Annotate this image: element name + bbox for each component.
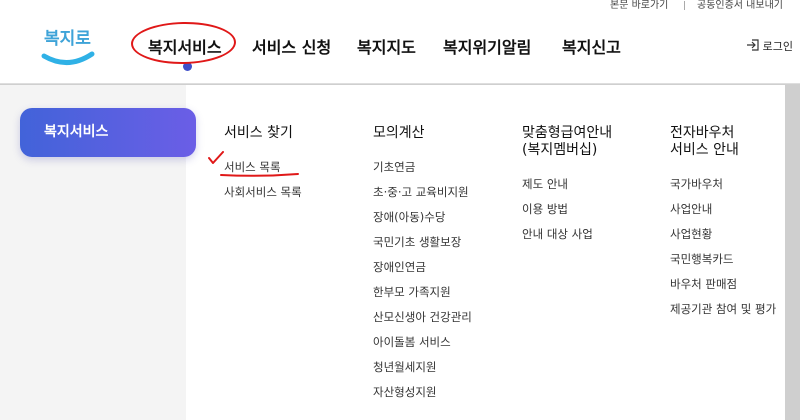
- menu-item[interactable]: 이용 방법: [522, 202, 612, 216]
- login-button[interactable]: 로그인: [746, 38, 793, 54]
- skip-to-content-link[interactable]: 본문 바로가기: [610, 0, 668, 11]
- menu-column-title: 전자바우처 서비스 안내: [670, 125, 739, 158]
- nav-crisis-alert[interactable]: 복지위기알림: [443, 34, 531, 58]
- menu-column-title: 모의계산: [373, 125, 425, 141]
- menu-item[interactable]: 제도 안내: [522, 177, 612, 191]
- menu-column-service-search: 서비스 찾기 서비스 목록 사회서비스 목록: [224, 125, 302, 210]
- menu-item[interactable]: 국민기초 생활보장: [373, 235, 472, 249]
- mega-menu: 복지서비스 서비스 찾기 서비스 목록 사회서비스 목록 모의계산 기초연금 초…: [0, 85, 785, 420]
- menu-item[interactable]: 기초연금: [373, 160, 472, 174]
- menu-item[interactable]: 안내 대상 사업: [522, 227, 612, 241]
- menu-item[interactable]: 한부모 가족지원: [373, 285, 472, 299]
- side-category-welfare-services[interactable]: 복지서비스: [20, 108, 196, 157]
- menu-item[interactable]: 사업안내: [670, 202, 776, 216]
- nav-service-application[interactable]: 서비스 신청: [252, 34, 331, 58]
- site-logo[interactable]: 복지로: [38, 20, 98, 74]
- cert-export-link[interactable]: 공동인증서 내보내기: [697, 0, 783, 11]
- menu-item[interactable]: 청년월세지원: [373, 360, 472, 374]
- logo-wordmark: 복지로: [44, 29, 91, 49]
- nav-welfare-report[interactable]: 복지신고: [562, 34, 621, 58]
- login-icon: [746, 38, 760, 54]
- menu-item[interactable]: 장애인연금: [373, 260, 472, 274]
- menu-item[interactable]: 사업현황: [670, 227, 776, 241]
- menu-column-e-voucher: 전자바우처 서비스 안내 국가바우처 사업안내 사업현황 국민행복카드 바우처 …: [670, 125, 776, 327]
- menu-item[interactable]: 자산형성지원: [373, 385, 472, 399]
- utility-bar: 본문 바로가기 공동인증서 내보내기: [0, 0, 800, 14]
- menu-item[interactable]: 장애(아동)수당: [373, 210, 472, 224]
- menu-column-title: 맞춤형급여안내 (복지멤버십): [522, 125, 613, 158]
- login-label: 로그인: [762, 40, 793, 53]
- menu-item-social-service-list[interactable]: 사회서비스 목록: [224, 185, 302, 199]
- menu-item[interactable]: 국민행복카드: [670, 252, 776, 266]
- active-nav-indicator: [183, 62, 192, 71]
- menu-item[interactable]: 아이돌봄 서비스: [373, 335, 472, 349]
- menu-column-title: 서비스 찾기: [224, 125, 293, 141]
- menu-item-service-list[interactable]: 서비스 목록: [224, 160, 302, 174]
- menu-item[interactable]: 바우처 판매점: [670, 277, 776, 291]
- menu-item[interactable]: 제공기관 참여 및 평가: [670, 302, 776, 316]
- logo-smile: [41, 51, 95, 65]
- nav-welfare-services[interactable]: 복지서비스: [148, 34, 222, 58]
- menu-column-custom-benefits: 맞춤형급여안내 (복지멤버십) 제도 안내 이용 방법 안내 대상 사업: [522, 125, 612, 252]
- utility-divider: [684, 1, 685, 10]
- site-header: 복지로 복지서비스 서비스 신청 복지지도 복지위기알림 복지신고 로그인: [0, 14, 800, 84]
- menu-column-mock-calculation: 모의계산 기초연금 초·중·고 교육비지원 장애(아동)수당 국민기초 생활보장…: [373, 125, 472, 410]
- menu-item[interactable]: 국가바우처: [670, 177, 776, 191]
- nav-welfare-map[interactable]: 복지지도: [357, 34, 416, 58]
- menu-item[interactable]: 산모신생아 건강관리: [373, 310, 472, 324]
- menu-item[interactable]: 초·중·고 교육비지원: [373, 185, 472, 199]
